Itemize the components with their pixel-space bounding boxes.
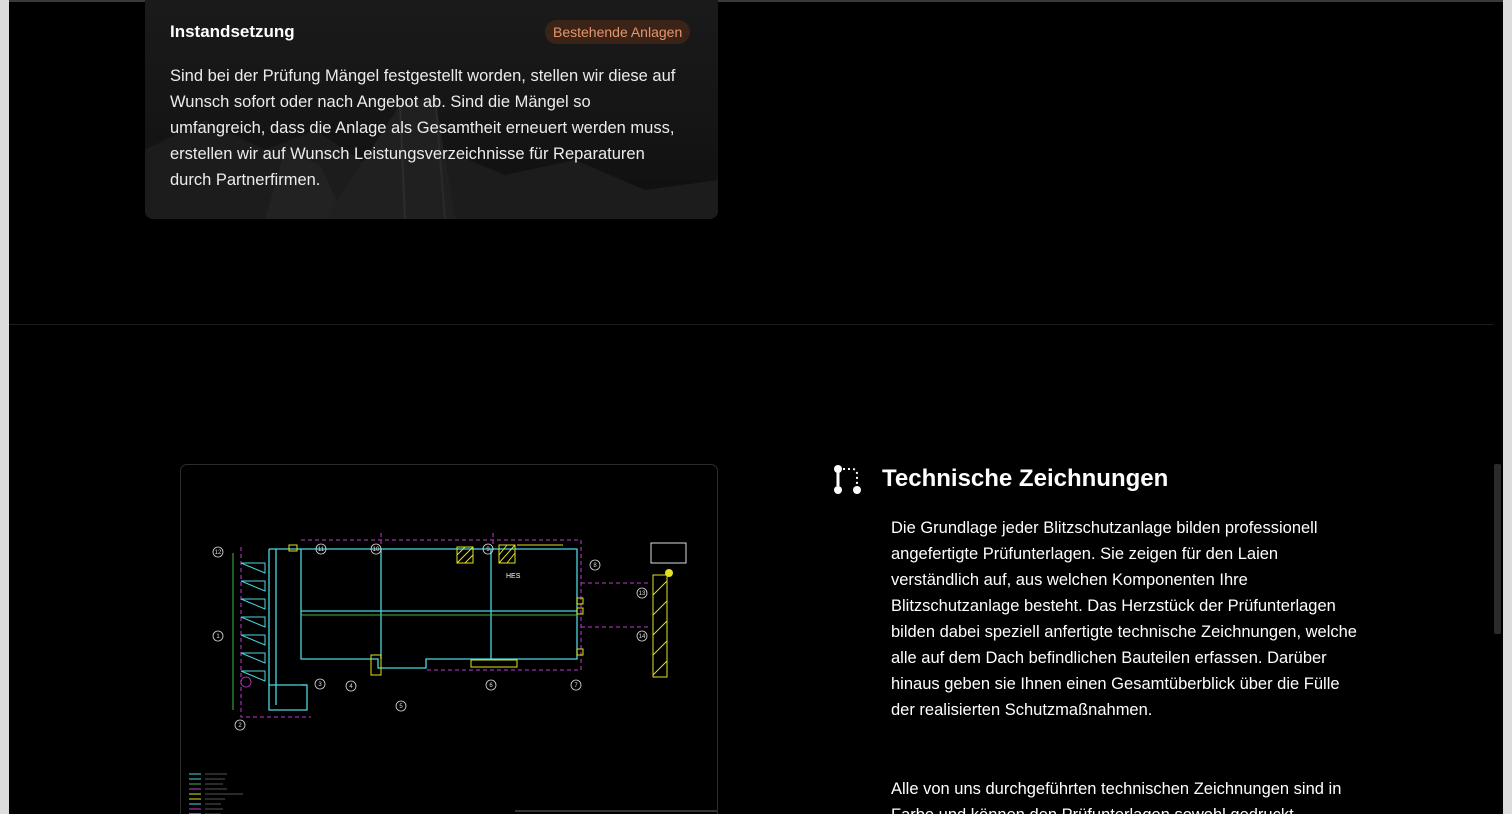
svg-text:5: 5 (399, 704, 403, 710)
card-title: Instandsetzung (170, 22, 295, 41)
route-icon (834, 465, 861, 494)
svg-text:1: 1 (216, 634, 220, 640)
section-title: Technische Zeichnungen (882, 465, 1169, 492)
svg-text:8: 8 (593, 563, 597, 569)
category-badge: Bestehende Anlagen (545, 20, 691, 44)
section-divider (9, 324, 1494, 325)
svg-text:12: 12 (215, 550, 222, 556)
card-description: Sind bei der Prüfung Mängel festgestellt… (170, 67, 676, 189)
svg-text:10: 10 (373, 547, 380, 553)
svg-text:7: 7 (574, 683, 578, 689)
section-paragraph-1: Die Grundlage jeder Blitzschutzanlage bi… (891, 519, 1357, 719)
svg-text:14: 14 (639, 634, 646, 640)
svg-text:4: 4 (349, 684, 353, 690)
technical-drawing-image: HES 12 11 10 9 8 13 14 1 3 4 5 6 7 2 (180, 464, 718, 814)
svg-text:6: 6 (489, 683, 493, 689)
service-card-instandsetzung: Instandsetzung Bestehende Anlagen Sind b… (145, 0, 718, 219)
section-paragraph-2: Alle von uns durchgeführten technischen … (891, 780, 1342, 814)
floor-plan-drawing: HES 12 11 10 9 8 13 14 1 3 4 5 6 7 2 (189, 533, 717, 814)
svg-text:11: 11 (318, 547, 325, 553)
page: Instandsetzung Bestehende Anlagen Sind b… (0, 0, 1512, 814)
svg-text:3: 3 (318, 682, 322, 688)
window-edge-right (1503, 0, 1512, 814)
drawing-label-hes: HES (506, 573, 521, 580)
svg-text:13: 13 (639, 591, 646, 597)
window-edge-left (0, 0, 9, 814)
scrollbar-thumb[interactable] (1494, 464, 1501, 634)
svg-text:2: 2 (238, 723, 242, 729)
svg-text:9: 9 (486, 547, 490, 553)
